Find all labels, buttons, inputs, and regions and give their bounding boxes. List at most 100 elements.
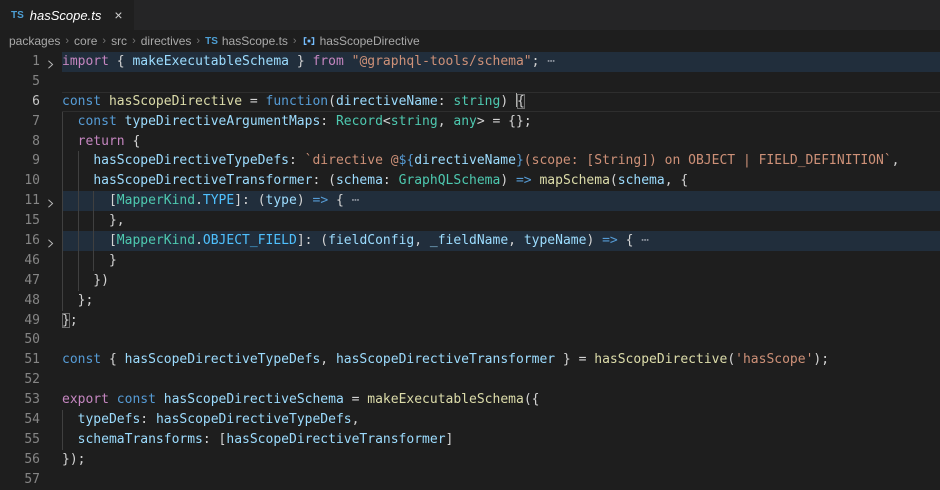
code-token: ] <box>446 432 454 447</box>
fold-chevron-icon[interactable] <box>45 236 56 247</box>
editor-row-51: 51const { hasScopeDirectiveTypeDefs, has… <box>0 350 940 370</box>
code-line[interactable]: const hasScopeDirective = function(direc… <box>62 92 940 112</box>
code-token: hasScopeDirectiveTransformer <box>336 352 555 367</box>
code-line[interactable]: const typeDirectiveArgumentMaps: Record<… <box>62 112 940 132</box>
gutter: 57 <box>0 470 62 490</box>
code-token: type <box>266 193 297 208</box>
gutter: 16 <box>0 231 62 251</box>
code-token: } <box>62 313 70 328</box>
folded-code-ellipsis[interactable]: ⋯ <box>352 193 360 208</box>
code-token: [ <box>62 193 117 208</box>
code-line[interactable]: }, <box>62 211 940 231</box>
editor-row-11: 11 [MapperKind.TYPE]: (type) => { ⋯ <box>0 191 940 211</box>
code-line[interactable] <box>62 370 940 390</box>
code-line[interactable]: hasScopeDirectiveTransformer: (schema: G… <box>62 171 940 191</box>
breadcrumb-item-core[interactable]: core <box>74 34 97 48</box>
code-token: . <box>195 233 203 248</box>
code-token: TYPE <box>203 193 234 208</box>
code-token: Record <box>336 114 383 129</box>
editor-row-46: 46 } <box>0 251 940 271</box>
fold-chevron-icon[interactable] <box>45 57 56 68</box>
code-token <box>62 134 78 149</box>
code-token: hasScopeDirectiveTypeDefs <box>125 352 321 367</box>
breadcrumb-item-src[interactable]: src <box>111 34 127 48</box>
code-line[interactable] <box>62 470 940 490</box>
indent-guide <box>78 191 79 211</box>
code-token: : [ <box>203 432 226 447</box>
line-number: 6 <box>32 92 40 112</box>
line-number: 8 <box>32 132 40 152</box>
code-token: schema <box>618 173 665 188</box>
breadcrumb: packages›core›src›directives›TShasScope.… <box>0 30 940 52</box>
gutter: 50 <box>0 330 62 350</box>
code-token: = <box>344 392 367 407</box>
editor-row-15: 15 }, <box>0 211 940 231</box>
code-token: ( <box>727 352 735 367</box>
code-token: ( <box>328 94 336 109</box>
symbol-variable-icon <box>302 34 316 48</box>
indent-guide <box>78 151 79 171</box>
code-line[interactable]: }; <box>62 291 940 311</box>
code-token: const <box>78 114 125 129</box>
code-token: ) <box>500 94 516 109</box>
code-token: function <box>266 94 329 109</box>
code-line[interactable]: }) <box>62 271 940 291</box>
tab-hasscope[interactable]: TS hasScope.ts × <box>0 0 134 30</box>
code-token: { <box>328 193 351 208</box>
code-token: < <box>383 114 391 129</box>
code-line[interactable]: schemaTransforms: [hasScopeDirectiveTran… <box>62 430 940 450</box>
folded-code-ellipsis[interactable]: ⋯ <box>547 54 555 69</box>
code-line[interactable]: import { makeExecutableSchema } from "@g… <box>62 52 940 72</box>
code-token: (scope: [String]) on OBJECT | FIELD_DEFI… <box>524 153 892 168</box>
fold-chevron-icon[interactable] <box>45 196 56 207</box>
indent-guide <box>62 151 63 171</box>
breadcrumb-item-directives[interactable]: directives <box>141 34 192 48</box>
line-number: 47 <box>24 271 40 291</box>
editor-row-9: 9 hasScopeDirectiveTypeDefs: `directive … <box>0 151 940 171</box>
code-line[interactable]: } <box>62 251 940 271</box>
breadcrumb-item-symbol[interactable]: hasScopeDirective <box>302 34 420 48</box>
code-line[interactable]: [MapperKind.OBJECT_FIELD]: (fieldConfig,… <box>62 231 940 251</box>
code-token: { <box>117 54 133 69</box>
code-line[interactable]: [MapperKind.TYPE]: (type) => { ⋯ <box>62 191 940 211</box>
code-token: fieldConfig <box>328 233 414 248</box>
code-line[interactable]: const { hasScopeDirectiveTypeDefs, hasSc… <box>62 350 940 370</box>
code-line[interactable] <box>62 330 940 350</box>
indent-guide <box>62 171 63 191</box>
line-number: 11 <box>24 191 40 211</box>
line-number: 49 <box>24 311 40 331</box>
line-number: 53 <box>24 390 40 410</box>
code-token: ( <box>610 173 618 188</box>
code-token: : <box>383 173 399 188</box>
code-token: _fieldName <box>430 233 508 248</box>
code-token: hasScopeDirectiveTypeDefs <box>156 412 352 427</box>
code-token: const <box>117 392 164 407</box>
code-line[interactable]: }; <box>62 311 940 331</box>
code-line[interactable]: typeDefs: hasScopeDirectiveTypeDefs, <box>62 410 940 430</box>
breadcrumb-item-packages[interactable]: packages <box>9 34 60 48</box>
code-token: , <box>414 233 430 248</box>
code-token: { <box>517 94 525 109</box>
code-token: } <box>289 54 312 69</box>
line-number: 50 <box>24 330 40 350</box>
code-token: directiveName <box>414 153 516 168</box>
folded-code-ellipsis[interactable]: ⋯ <box>641 233 649 248</box>
line-number: 9 <box>32 151 40 171</box>
code-token: : ( <box>312 173 335 188</box>
code-token: { <box>109 352 125 367</box>
typescript-file-icon: TS <box>205 36 218 47</box>
code-token: any <box>453 114 476 129</box>
code-token: hasScopeDirective <box>594 352 727 367</box>
close-icon[interactable]: × <box>114 8 122 22</box>
indent-guide <box>78 251 79 271</box>
code-line[interactable] <box>62 72 940 92</box>
indent-guide <box>93 191 94 211</box>
code-line[interactable]: hasScopeDirectiveTypeDefs: `directive @$… <box>62 151 940 171</box>
code-line[interactable]: return { <box>62 132 940 152</box>
code-token: ${ <box>399 153 415 168</box>
code-line[interactable]: }); <box>62 450 940 470</box>
breadcrumb-item-file[interactable]: TShasScope.ts <box>205 34 288 48</box>
editor[interactable]: 1import { makeExecutableSchema } from "@… <box>0 52 940 490</box>
indent-guide <box>62 211 63 231</box>
code-line[interactable]: export const hasScopeDirectiveSchema = m… <box>62 390 940 410</box>
